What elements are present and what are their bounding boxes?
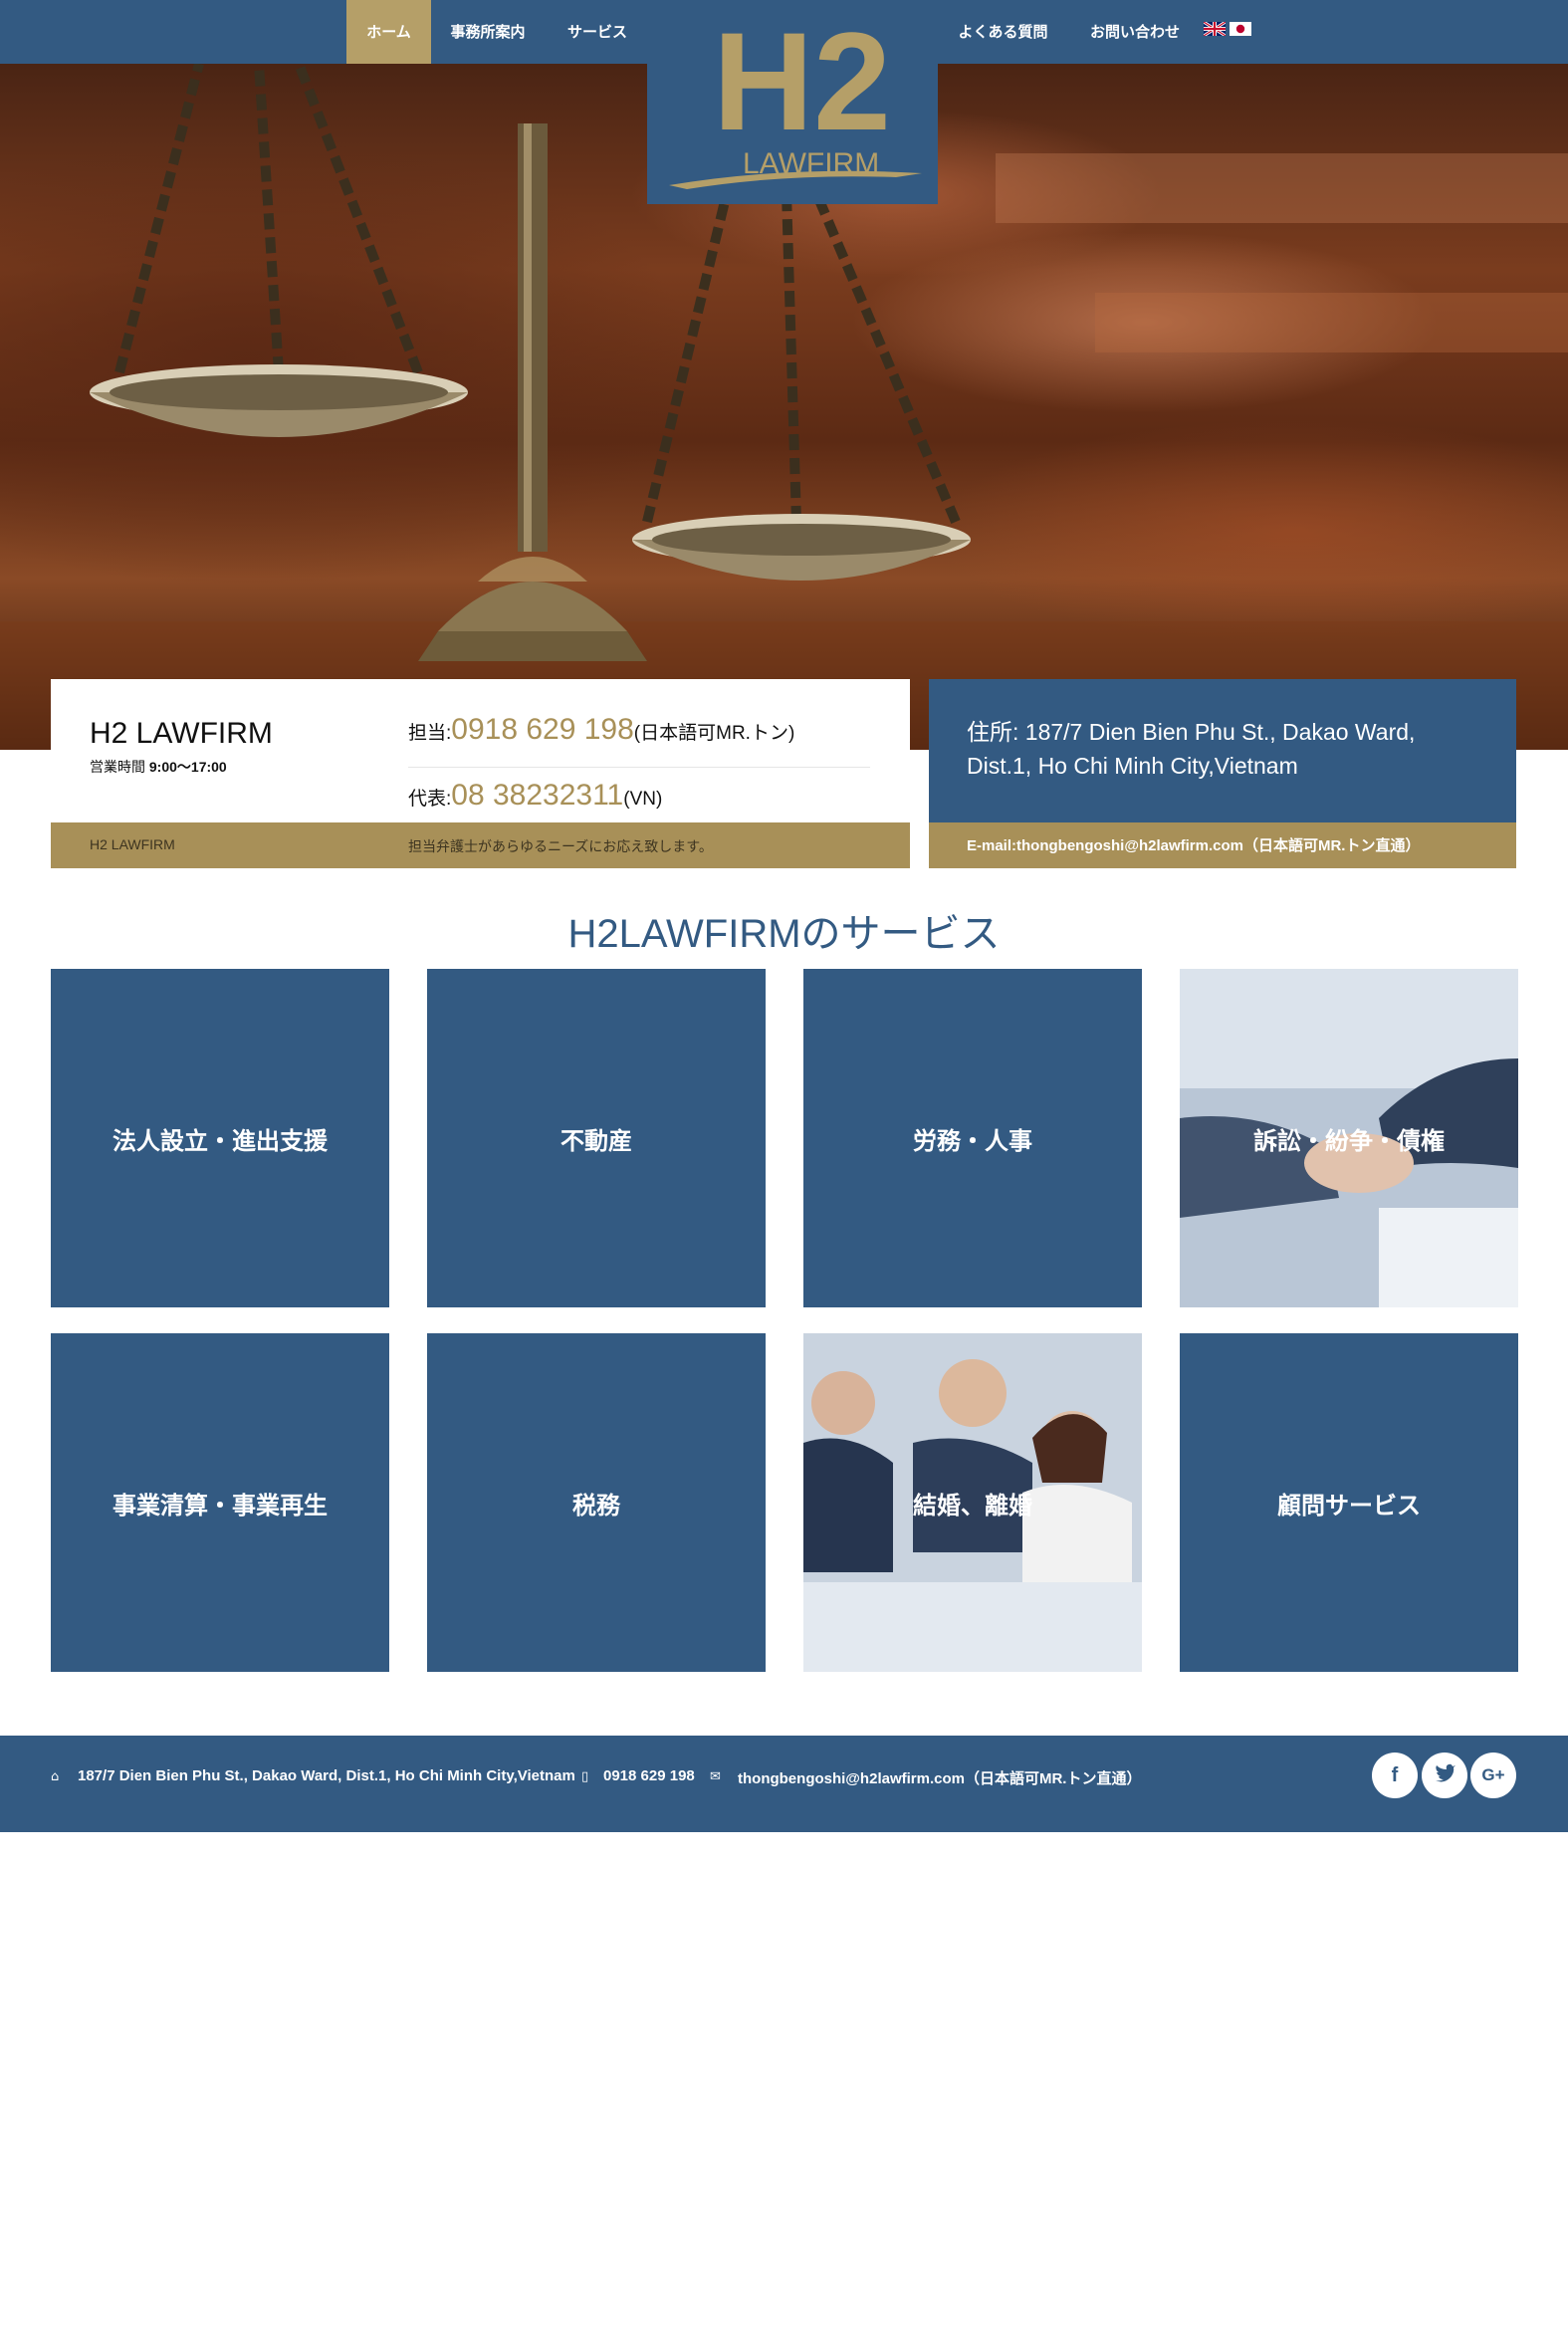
envelope-icon: ✉ — [710, 1769, 721, 1784]
contact1-note: (日本語可MR.トン) — [633, 723, 795, 744]
email-link[interactable]: E-mail:thongbengoshi@h2lawfirm.com（日本語可M… — [967, 834, 1420, 855]
home-icon: ⌂ — [51, 1769, 60, 1784]
mobile-icon: ▯ — [581, 1769, 589, 1784]
contact2-label: 代表: — [408, 789, 452, 810]
service-label: 事業清算・事業再生 — [112, 1491, 328, 1519]
business-hours: 営業時間 9:00〜17:00 — [90, 757, 227, 777]
site-logo[interactable]: H2 LAWFIRM — [647, 0, 938, 204]
hours-value: 9:00〜17:00 — [148, 759, 227, 775]
footer-address: 187/7 Dien Bien Phu St., Dakao Ward, Dis… — [78, 1767, 575, 1784]
footer-email[interactable]: thongbengoshi@h2lawfirm.com（日本語可MR.トン直通） — [738, 1767, 1141, 1788]
japan-flag-icon[interactable] — [1230, 22, 1251, 36]
nav-contact[interactable]: お問い合わせ — [1075, 0, 1195, 64]
service-label: 結婚、離婚 — [913, 1491, 1032, 1519]
services-title: H2LAWFIRMのサービス — [567, 912, 1001, 956]
service-label: 訴訟・紛争・債権 — [1253, 1126, 1445, 1155]
divider — [408, 767, 870, 768]
nav-services[interactable]: サービス — [553, 0, 642, 64]
hours-label: 営業時間 — [90, 759, 145, 775]
service-label: 不動産 — [560, 1126, 632, 1155]
nav-about[interactable]: 事務所案内 — [438, 0, 538, 64]
contact2-number[interactable]: 08 38232311 — [451, 779, 623, 812]
contact-phone-1: 担当:0918 629 198(日本語可MR.トン) — [408, 713, 794, 747]
footer-phone[interactable]: 0918 629 198 — [603, 1767, 695, 1784]
google-plus-icon[interactable]: G+ — [1470, 1753, 1516, 1798]
service-label: 税務 — [572, 1491, 620, 1519]
nav-home[interactable]: ホーム — [346, 0, 431, 64]
service-label: 法人設立・進出支援 — [112, 1126, 328, 1155]
service-tile-tax[interactable]: 税務 — [427, 1333, 766, 1672]
service-tile-marriage[interactable]: 結婚、離婚 — [803, 1333, 1142, 1672]
service-tile-advisory[interactable]: 顧問サービス — [1180, 1333, 1518, 1672]
service-tile-labor[interactable]: 労務・人事 — [803, 969, 1142, 1307]
service-tile-real-estate[interactable]: 不動産 — [427, 969, 766, 1307]
office-address: 住所: 187/7 Dien Bien Phu St., Dakao Ward,… — [967, 719, 1416, 779]
logo-mark: H2 LAWFIRM — [669, 3, 922, 189]
service-tile-litigation[interactable]: 訴訟・紛争・債権 — [1180, 969, 1518, 1307]
uk-flag-icon[interactable] — [1204, 22, 1226, 36]
bar-firm-name: H2 LAWFIRM — [90, 836, 175, 852]
service-label: 顧問サービス — [1277, 1491, 1421, 1519]
bar-tagline: 担当弁護士があらゆるニーズにお応え致します。 — [408, 838, 713, 854]
contact-phone-2: 代表:08 38232311(VN) — [408, 779, 662, 813]
nav-faq[interactable]: よくある質問 — [946, 0, 1060, 64]
contact1-number[interactable]: 0918 629 198 — [451, 713, 634, 746]
twitter-icon[interactable] — [1422, 1753, 1467, 1798]
service-label: 労務・人事 — [913, 1126, 1032, 1155]
contact2-note: (VN) — [623, 789, 663, 810]
language-switcher — [1204, 22, 1251, 38]
facebook-icon[interactable]: f — [1372, 1753, 1418, 1798]
service-tile-incorporation[interactable]: 法人設立・進出支援 — [51, 969, 389, 1307]
service-tile-liquidation[interactable]: 事業清算・事業再生 — [51, 1333, 389, 1672]
logo-lawfirm-text: LAWFIRM — [743, 147, 879, 180]
logo-h2-text: H2 — [713, 3, 891, 159]
contact1-label: 担当: — [408, 723, 452, 744]
firm-name: H2 LAWFIRM — [90, 717, 273, 750]
